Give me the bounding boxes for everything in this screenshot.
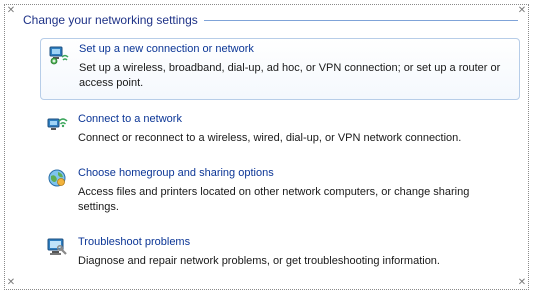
task-troubleshoot-problems[interactable]: Troubleshoot problems Diagnose and repai… — [40, 232, 520, 277]
task-set-up-new-connection[interactable]: Set up a new connection or network Set u… — [40, 38, 520, 100]
header-divider — [203, 19, 518, 21]
task-description: Connect or reconnect to a wireless, wire… — [78, 132, 462, 144]
corner-marker-icon: ✕ — [6, 5, 16, 16]
task-homegroup-sharing[interactable]: Choose homegroup and sharing options Acc… — [40, 163, 520, 223]
task-connect-to-network[interactable]: Connect to a network Connect or reconnec… — [40, 109, 520, 154]
new-connection-icon — [47, 43, 69, 65]
section-header: Change your networking settings — [23, 12, 518, 28]
corner-marker-icon: ✕ — [6, 277, 16, 288]
corner-marker-icon: ✕ — [517, 277, 527, 288]
task-title[interactable]: Set up a new connection or network — [79, 42, 509, 57]
connect-network-icon — [46, 113, 68, 135]
task-description: Set up a wireless, broadband, dial-up, a… — [79, 62, 501, 89]
task-title[interactable]: Connect to a network — [78, 112, 508, 127]
homegroup-icon — [46, 167, 68, 189]
task-title[interactable]: Troubleshoot problems — [78, 235, 508, 250]
troubleshoot-icon — [46, 236, 68, 258]
task-description: Access files and printers located on oth… — [78, 186, 470, 213]
section-title: Change your networking settings — [23, 13, 198, 27]
task-description: Diagnose and repair network problems, or… — [78, 255, 440, 267]
task-title[interactable]: Choose homegroup and sharing options — [78, 166, 508, 181]
